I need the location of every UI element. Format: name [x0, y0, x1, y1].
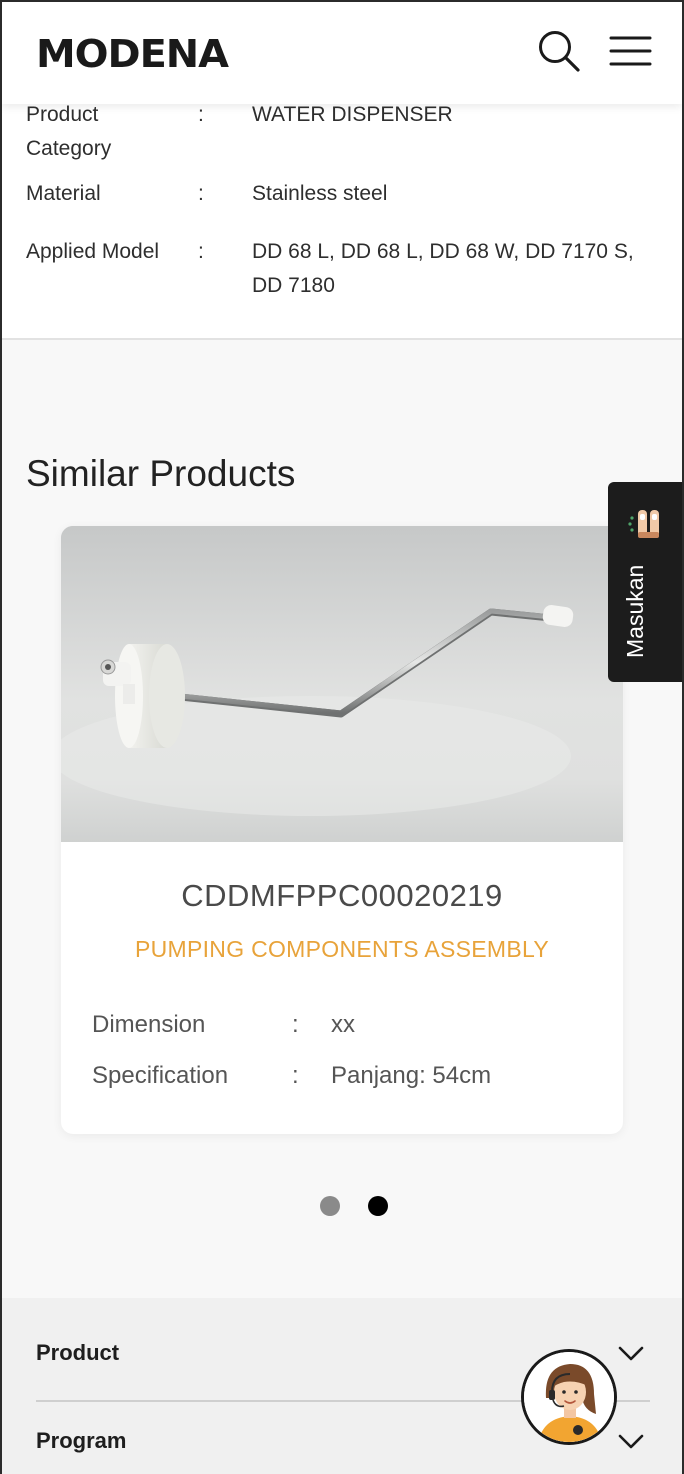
spec-label: Product Category	[26, 103, 112, 160]
card-spec-key: Dimension	[92, 1011, 206, 1038]
agent-illustration	[524, 1352, 614, 1442]
accordion-label[interactable]: Product	[36, 1340, 119, 1366]
card-spec-colon: :	[292, 1062, 299, 1089]
card-spec-colon: :	[292, 1011, 299, 1038]
product-code[interactable]: CDDMFPPC00020219	[61, 878, 623, 914]
customer-service-avatar-icon[interactable]	[521, 1349, 617, 1445]
spec-label: Applied Model	[26, 240, 160, 263]
spec-label: Material	[26, 182, 101, 205]
spec-colon: :	[198, 240, 204, 263]
hamburger-menu-icon[interactable]	[608, 34, 652, 68]
spec-colon: :	[198, 182, 204, 205]
feedback-tab[interactable]: Masukan	[608, 482, 682, 682]
spec-value: DD 68 L, DD 68 L, DD 68 W, DD 7170 S, DD…	[252, 240, 634, 297]
card-spec-value: Panjang: 54cm	[331, 1062, 492, 1089]
search-icon[interactable]	[536, 28, 582, 74]
site-header: MODENA	[2, 2, 682, 104]
accordion-label[interactable]: Program	[36, 1428, 126, 1454]
card-spec-key: Specification	[92, 1062, 229, 1089]
product-spec-table: Product Category : WATER DISPENSER Mater…	[2, 98, 682, 338]
feedback-hands-icon	[628, 510, 659, 538]
product-card[interactable]: CDDMFPPC00020219 PUMPING COMPONENTS ASSE…	[61, 526, 623, 1134]
spec-value: Stainless steel	[252, 182, 388, 205]
chevron-down-icon[interactable]	[618, 1434, 644, 1450]
product-detail-page: MODENA Product Category : WATER DISPENSE…	[0, 0, 684, 1474]
feedback-label[interactable]: Masukan	[622, 565, 649, 658]
similar-products-section: Similar Products CDDMFPPC00020219 PUMPIN…	[2, 340, 682, 1298]
section-title: Similar Products	[26, 453, 296, 494]
modena-logo[interactable]: MODENA	[36, 32, 229, 76]
product-image[interactable]	[61, 526, 623, 842]
chevron-down-icon[interactable]	[618, 1346, 644, 1362]
card-spec-value: xx	[331, 1011, 355, 1038]
product-name[interactable]: PUMPING COMPONENTS ASSEMBLY	[61, 936, 623, 963]
carousel-dot-2-active[interactable]	[368, 1196, 388, 1216]
carousel-dot-1[interactable]	[320, 1196, 340, 1216]
